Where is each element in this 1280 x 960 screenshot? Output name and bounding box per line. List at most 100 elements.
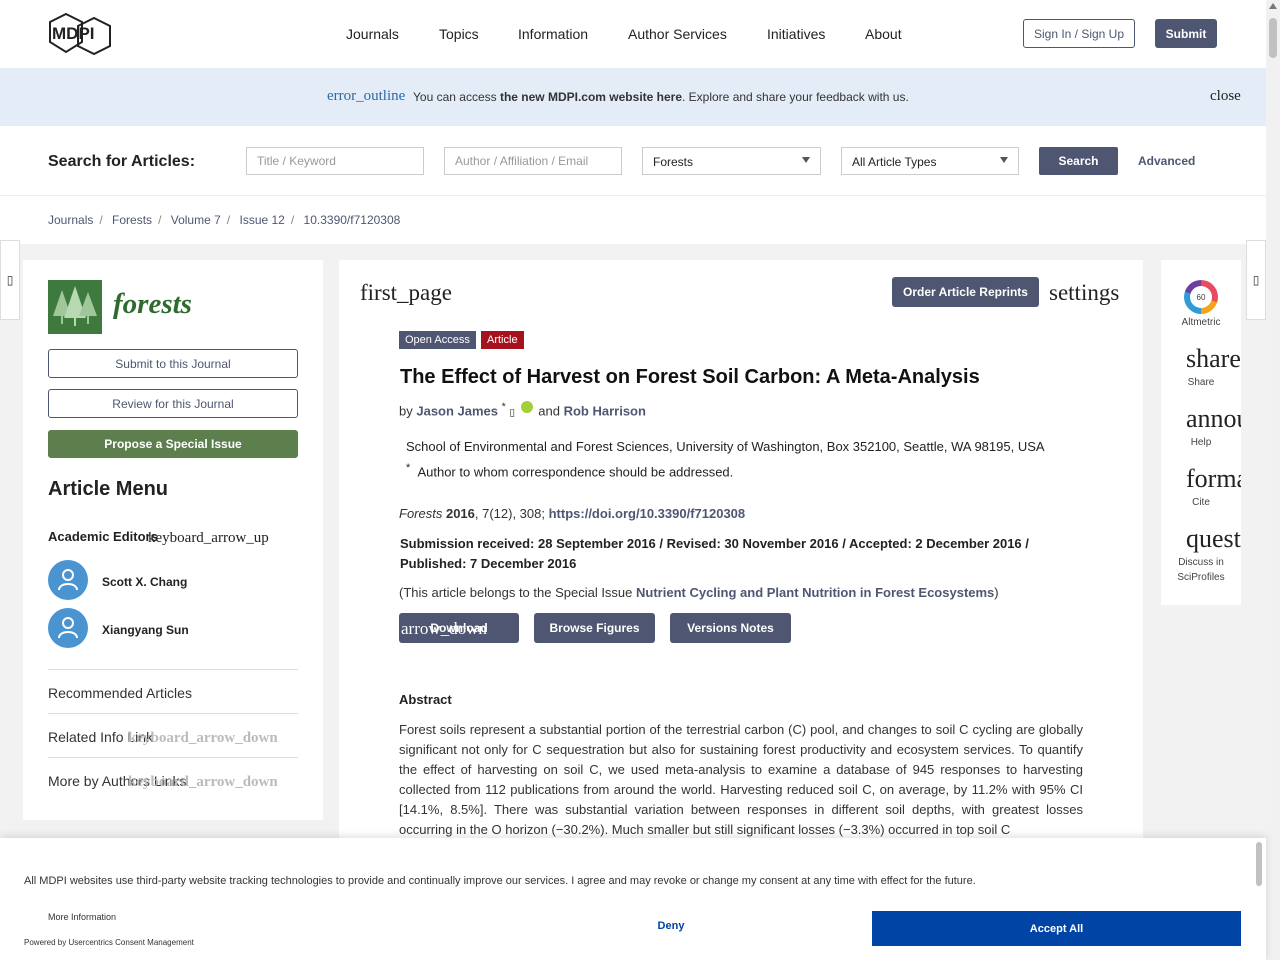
journal-name[interactable]: forests — [113, 288, 192, 321]
breadcrumb-doi: 10.3390/f7120308 — [303, 213, 401, 227]
error-outline-icon: error_outline — [327, 88, 406, 104]
corresponding-mark: * — [501, 401, 506, 413]
scroll-thumb[interactable] — [1269, 18, 1277, 58]
propose-special-issue-button[interactable]: Propose a Special Issue — [48, 430, 298, 458]
article-type-value: All Article Types — [852, 155, 937, 169]
review-for-journal-button[interactable]: Review for this Journal — [48, 389, 298, 418]
cite-volume: , 7(12), 308; — [474, 506, 549, 521]
journal-select[interactable]: Forests — [642, 147, 821, 175]
nav-initiatives[interactable]: Initiatives — [767, 26, 825, 42]
email-icon[interactable]: ▯ — [510, 407, 516, 418]
search-button[interactable]: Search — [1039, 147, 1118, 175]
share-icon[interactable]: share — [1186, 344, 1241, 374]
caret-down-icon — [1000, 157, 1008, 163]
special-issue-link[interactable]: Nutrient Cycling and Plant Nutrition in … — [636, 585, 994, 600]
submit-to-journal-button[interactable]: Submit to this Journal — [48, 349, 298, 378]
breadcrumb-journals[interactable]: Journals — [48, 213, 93, 227]
correspondence-note: * Author to whom correspondence should b… — [406, 462, 733, 479]
abstract-heading: Abstract — [399, 692, 452, 707]
discuss-label: Discuss in — [1178, 557, 1224, 568]
breadcrumb-issue[interactable]: Issue 12 — [239, 213, 284, 227]
nav-author-services[interactable]: Author Services — [628, 26, 727, 42]
breadcrumb-volume[interactable]: Volume 7 — [171, 213, 221, 227]
keyword-input[interactable]: Title / Keyword — [246, 147, 424, 175]
arrow-down-icon: arrow_down — [401, 619, 487, 638]
author-name[interactable]: Jason James — [416, 403, 498, 418]
nav-journals[interactable]: Journals — [346, 26, 399, 42]
article-type-select[interactable]: All Article Types — [841, 147, 1019, 175]
nav-about[interactable]: About — [865, 26, 902, 42]
submit-button[interactable]: Submit — [1155, 19, 1217, 48]
article-menu-heading: Article Menu — [48, 478, 169, 500]
nav-topics[interactable]: Topics — [439, 26, 479, 42]
browse-figures-button[interactable]: Browse Figures — [534, 613, 655, 643]
download-button[interactable]: Download arrow_down — [399, 613, 519, 643]
divider — [48, 713, 298, 714]
share-label: Share — [1187, 377, 1215, 388]
banner-text-prefix: You can access — [413, 90, 500, 104]
powered-by-label: Powered by Usercentrics Consent Manageme… — [24, 938, 194, 947]
cite-icon[interactable]: format_quote — [1186, 464, 1241, 494]
help-label: Help — [1190, 437, 1212, 448]
discuss-icon[interactable]: question_answer — [1186, 524, 1241, 554]
consent-scrollbar[interactable] — [1256, 840, 1264, 958]
nav-information[interactable]: Information — [518, 26, 588, 42]
doi-link[interactable]: https://doi.org/10.3390/f7120308 — [549, 506, 746, 521]
breadcrumb-forests[interactable]: Forests — [112, 213, 152, 227]
keyboard-arrow-down-icon[interactable]: keyboard_arrow_down — [128, 730, 278, 747]
publication-dates: Submission received: 28 September 2016 /… — [400, 536, 1029, 571]
more-information-link[interactable]: More Information — [48, 912, 116, 922]
author-name[interactable]: Rob Harrison — [564, 403, 646, 418]
article-type-badge: Article — [481, 331, 524, 349]
consent-scroll-thumb[interactable] — [1256, 842, 1262, 886]
editor-name[interactable]: Xiangyang Sun — [102, 623, 189, 637]
avatar — [48, 560, 88, 600]
avatar — [48, 608, 88, 648]
cite-journal: Forests — [399, 506, 443, 521]
journal-select-value: Forests — [653, 155, 694, 169]
cookie-consent-banner: All MDPI websites use third-party websit… — [0, 838, 1266, 960]
new-site-banner: error_outline You can access the new MDP… — [0, 68, 1266, 126]
versions-notes-button[interactable]: Versions Notes — [670, 613, 791, 643]
forests-logo-icon[interactable] — [48, 280, 102, 334]
accept-all-button[interactable]: Accept All — [872, 911, 1241, 946]
special-prefix: (This article belongs to the Special Iss… — [399, 585, 637, 600]
first-page-icon[interactable]: first_page — [360, 280, 452, 306]
special-issue-line: (This article belongs to the Special Iss… — [399, 585, 999, 600]
keyboard-arrow-down-icon[interactable]: keyboard_arrow_down — [128, 774, 278, 791]
panel-icon: ▯ — [6, 273, 14, 287]
orcid-icon[interactable] — [520, 401, 533, 413]
help-icon[interactable]: announcement — [1186, 404, 1241, 434]
mdpi-logo-text: MDPI — [52, 24, 95, 43]
recommended-articles-link[interactable]: Recommended Articles — [48, 685, 192, 701]
altmetric-score: 60 — [1190, 286, 1212, 308]
deny-button[interactable]: Deny — [643, 920, 699, 932]
search-bar: Search for Articles: Title / Keyword Aut… — [0, 126, 1266, 196]
banner-text-suffix: . Explore and share your feedback with u… — [682, 90, 909, 104]
left-sidebar: forests Submit to this Journal Review fo… — [23, 260, 323, 820]
banner-link[interactable]: the new MDPI.com website here — [500, 90, 682, 104]
settings-icon[interactable]: settings — [1049, 280, 1119, 306]
author-input[interactable]: Author / Affiliation / Email — [444, 147, 622, 175]
academic-editors-toggle[interactable]: Academic Editors — [48, 529, 158, 544]
sign-in-button[interactable]: Sign In / Sign Up — [1023, 19, 1135, 48]
advanced-search-link[interactable]: Advanced — [1138, 154, 1195, 168]
top-header: MDPI Journals Topics Information Author … — [0, 0, 1266, 68]
cite-year: 2016 — [445, 506, 475, 521]
page-scrollbar[interactable] — [1266, 0, 1280, 960]
corr-mark: * — [406, 462, 411, 474]
editor-name[interactable]: Scott X. Chang — [102, 575, 187, 589]
altmetric-donut[interactable]: 60 — [1184, 280, 1218, 314]
open-access-badge: Open Access — [399, 331, 476, 349]
left-side-toggle[interactable]: ▯ — [0, 240, 20, 320]
mdpi-logo[interactable]: MDPI — [48, 12, 112, 56]
by-label: by — [399, 403, 413, 419]
sciprofiles-label: SciProfiles — [1177, 572, 1225, 583]
panel-icon: ▯ — [1252, 273, 1260, 287]
scroll-up-arrow-icon[interactable] — [1269, 3, 1277, 9]
keyboard-arrow-up-icon[interactable]: keyboard_arrow_up — [148, 530, 269, 547]
citation-line: Forests 2016, 7(12), 308; https://doi.or… — [399, 506, 745, 521]
right-side-toggle[interactable]: ▯ — [1246, 240, 1266, 320]
close-icon[interactable]: close — [1210, 88, 1241, 105]
order-reprints-button[interactable]: Order Article Reprints — [892, 277, 1039, 307]
